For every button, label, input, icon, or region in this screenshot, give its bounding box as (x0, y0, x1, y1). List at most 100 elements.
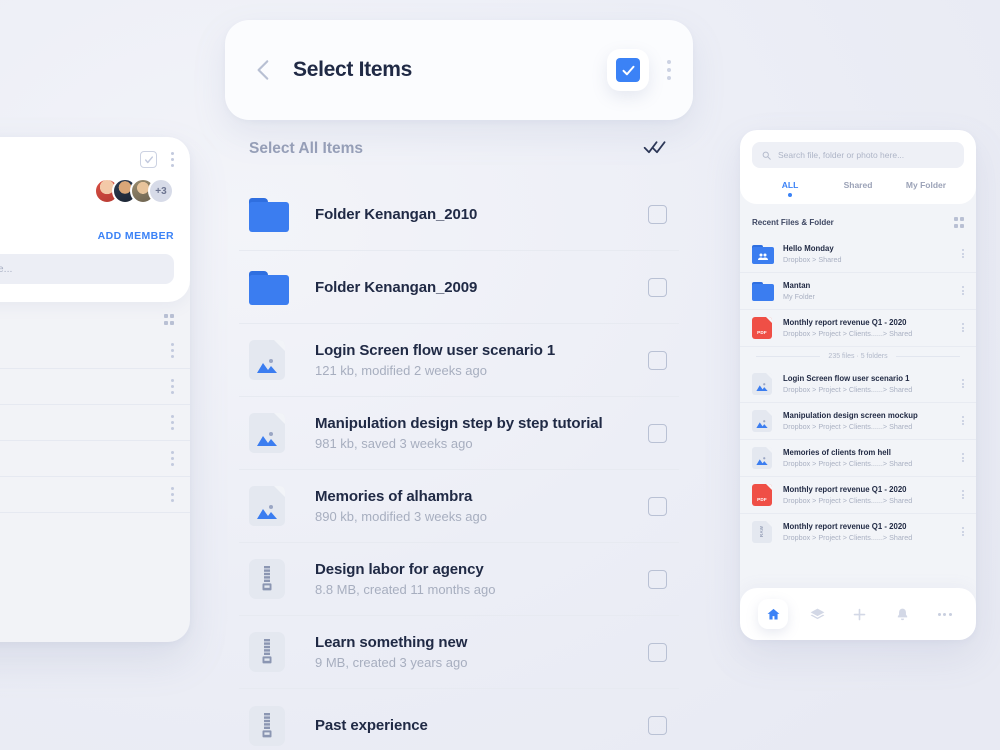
nav-add-button[interactable] (847, 601, 873, 627)
file-name: Manipulation design screen mockup (783, 410, 918, 420)
list-item[interactable]: RAW Monthly report revenue Q1 - 2020 Dro… (740, 514, 976, 550)
double-check-icon[interactable] (643, 139, 667, 160)
avatar-overflow-count: +3 (148, 178, 174, 204)
left-panel-header-actions (0, 151, 174, 168)
search-icon (762, 151, 771, 160)
list-item[interactable]: Design (0, 441, 190, 477)
nav-notifications-button[interactable] (889, 601, 915, 627)
list-item[interactable]: Hello Monday Dropbox > Shared (740, 236, 976, 273)
search-input[interactable]: Search file, folder or photo here... (752, 142, 964, 168)
list-item[interactable]: Memories of clients from hell Dropbox > … (740, 440, 976, 477)
left-panel: +3 ay lders • 120 files ADD MEMBER le, f… (0, 137, 190, 642)
select-all-row[interactable]: Select All Items (239, 120, 679, 178)
nav-home-button[interactable] (758, 599, 789, 629)
file-meta: 8.8 MB, created 11 months ago (315, 582, 496, 597)
image-file-icon (249, 486, 289, 526)
shared-folder-icon (752, 243, 774, 265)
row-checkbox[interactable] (648, 716, 667, 735)
list-item-menu-icon[interactable] (171, 414, 174, 430)
row-checkbox[interactable] (648, 642, 667, 662)
file-row[interactable]: Past experience (239, 689, 679, 750)
list-item-menu-icon[interactable] (171, 450, 174, 466)
list-item-menu-icon[interactable] (171, 486, 174, 502)
file-meta: 890 kb, modified 3 weeks ago (315, 509, 487, 524)
file-row-text: Folder Kenangan_2010 (315, 206, 648, 223)
file-count-label: 235 files · 5 folders (828, 352, 888, 360)
image-file-icon (752, 446, 774, 469)
list-item-menu-icon[interactable] (962, 322, 964, 333)
file-row[interactable]: Folder Kenangan_2009 (239, 251, 679, 324)
row-checkbox[interactable] (648, 496, 667, 516)
list-item-menu-icon[interactable] (962, 378, 964, 389)
divider-line-left (756, 355, 821, 357)
file-name: Monthly report revenue Q1 - 2020 (783, 484, 907, 494)
bottom-navigation (740, 588, 976, 640)
row-checkbox[interactable] (648, 423, 667, 443)
file-row-text: Memories of alhambra 890 kb, modified 3 … (315, 488, 648, 524)
add-member-button[interactable]: ADD MEMBER (98, 230, 174, 242)
list-item-menu-icon[interactable] (962, 415, 964, 426)
file-name: Login Screen flow user scenario 1 (315, 342, 556, 359)
list-item-text: Manipulation design screen mockup Dropbo… (783, 411, 953, 431)
left-overflow-menu-icon[interactable] (171, 152, 174, 167)
list-item-text: Login Screen flow user scenario 1 Dropbo… (783, 374, 953, 394)
back-icon[interactable] (251, 57, 277, 83)
list-item[interactable]: Client Input (0, 369, 190, 405)
file-row[interactable]: Memories of alhambra 890 kb, modified 3 … (239, 470, 679, 543)
file-row[interactable]: Design labor for agency 8.8 MB, created … (239, 543, 679, 616)
list-item-menu-icon[interactable] (962, 285, 964, 296)
file-name: Folder Kenangan_2010 (315, 205, 478, 223)
list-item[interactable]: Assets (0, 333, 190, 369)
tab-shared[interactable]: Shared (824, 180, 892, 190)
file-row[interactable]: Manipulation design step by step tutoria… (239, 397, 679, 470)
select-mode-button[interactable] (607, 49, 649, 91)
file-row-text: Login Screen flow user scenario 1 121 kb… (315, 342, 648, 378)
list-item-menu-icon[interactable] (962, 526, 964, 537)
tab-all[interactable]: ALL (756, 180, 824, 190)
left-select-checkbox[interactable] (140, 151, 157, 168)
list-item[interactable]: Prototype (0, 477, 190, 513)
plus-icon (854, 608, 866, 620)
left-search-input[interactable]: le, folder or photo here... (0, 254, 174, 284)
tab-my-folder[interactable]: My Folder (892, 180, 960, 190)
list-item-menu-icon[interactable] (171, 342, 174, 358)
file-row[interactable]: Login Screen flow user scenario 1 121 kb… (239, 324, 679, 397)
list-item-menu-icon[interactable] (962, 489, 964, 500)
list-item[interactable]: PDF Monthly report revenue Q1 - 2020 Dro… (740, 477, 976, 514)
list-item[interactable]: Mantan My Folder (740, 273, 976, 310)
image-file-icon (752, 372, 774, 395)
list-item[interactable]: Login Screen flow user scenario 1 Dropbo… (740, 366, 976, 403)
center-body: Select All Items Folder Kenangan_2010 Fo… (225, 120, 693, 750)
row-checkbox[interactable] (648, 569, 667, 589)
row-checkbox[interactable] (648, 277, 667, 297)
layers-icon (810, 608, 825, 619)
member-avatars[interactable]: +3 (0, 178, 174, 204)
list-item[interactable]: Manipulation design screen mockup Dropbo… (740, 403, 976, 440)
list-item-menu-icon[interactable] (171, 378, 174, 394)
overflow-menu-icon[interactable] (667, 60, 671, 80)
file-row[interactable]: Folder Kenangan_2010 (239, 178, 679, 251)
file-count-divider: 235 files · 5 folders (740, 347, 976, 366)
grid-view-icon[interactable] (953, 217, 964, 228)
divider-line-right (895, 355, 960, 357)
list-item-menu-icon[interactable] (962, 452, 964, 463)
file-row-text: Learn something new 9 MB, created 3 year… (315, 634, 648, 670)
list-item-text: Monthly report revenue Q1 - 2020 Dropbox… (783, 485, 953, 505)
nav-layers-button[interactable] (805, 601, 831, 627)
left-panel-header: +3 ay lders • 120 files ADD MEMBER le, f… (0, 137, 190, 302)
pdf-file-icon: PDF (752, 483, 774, 506)
list-item[interactable]: Research (0, 405, 190, 441)
list-item[interactable]: PDF Monthly report revenue Q1 - 2020 Dro… (740, 310, 976, 347)
file-row[interactable]: Learn something new 9 MB, created 3 year… (239, 616, 679, 689)
list-item-text: Hello Monday Dropbox > Shared (783, 244, 953, 264)
grid-view-icon[interactable] (163, 314, 174, 325)
row-checkbox[interactable] (648, 204, 667, 224)
list-item-menu-icon[interactable] (962, 248, 964, 259)
file-path: Dropbox > Project > Clients......> Share… (783, 458, 913, 468)
center-panel: Select Items Select All Items Folder Ken… (225, 20, 693, 750)
row-checkbox[interactable] (648, 350, 667, 370)
zip-file-icon (249, 632, 289, 672)
file-name: Memories of clients from hell (783, 447, 891, 457)
nav-more-button[interactable] (932, 601, 958, 627)
file-path: Dropbox > Project > Clients......> Share… (783, 495, 913, 505)
